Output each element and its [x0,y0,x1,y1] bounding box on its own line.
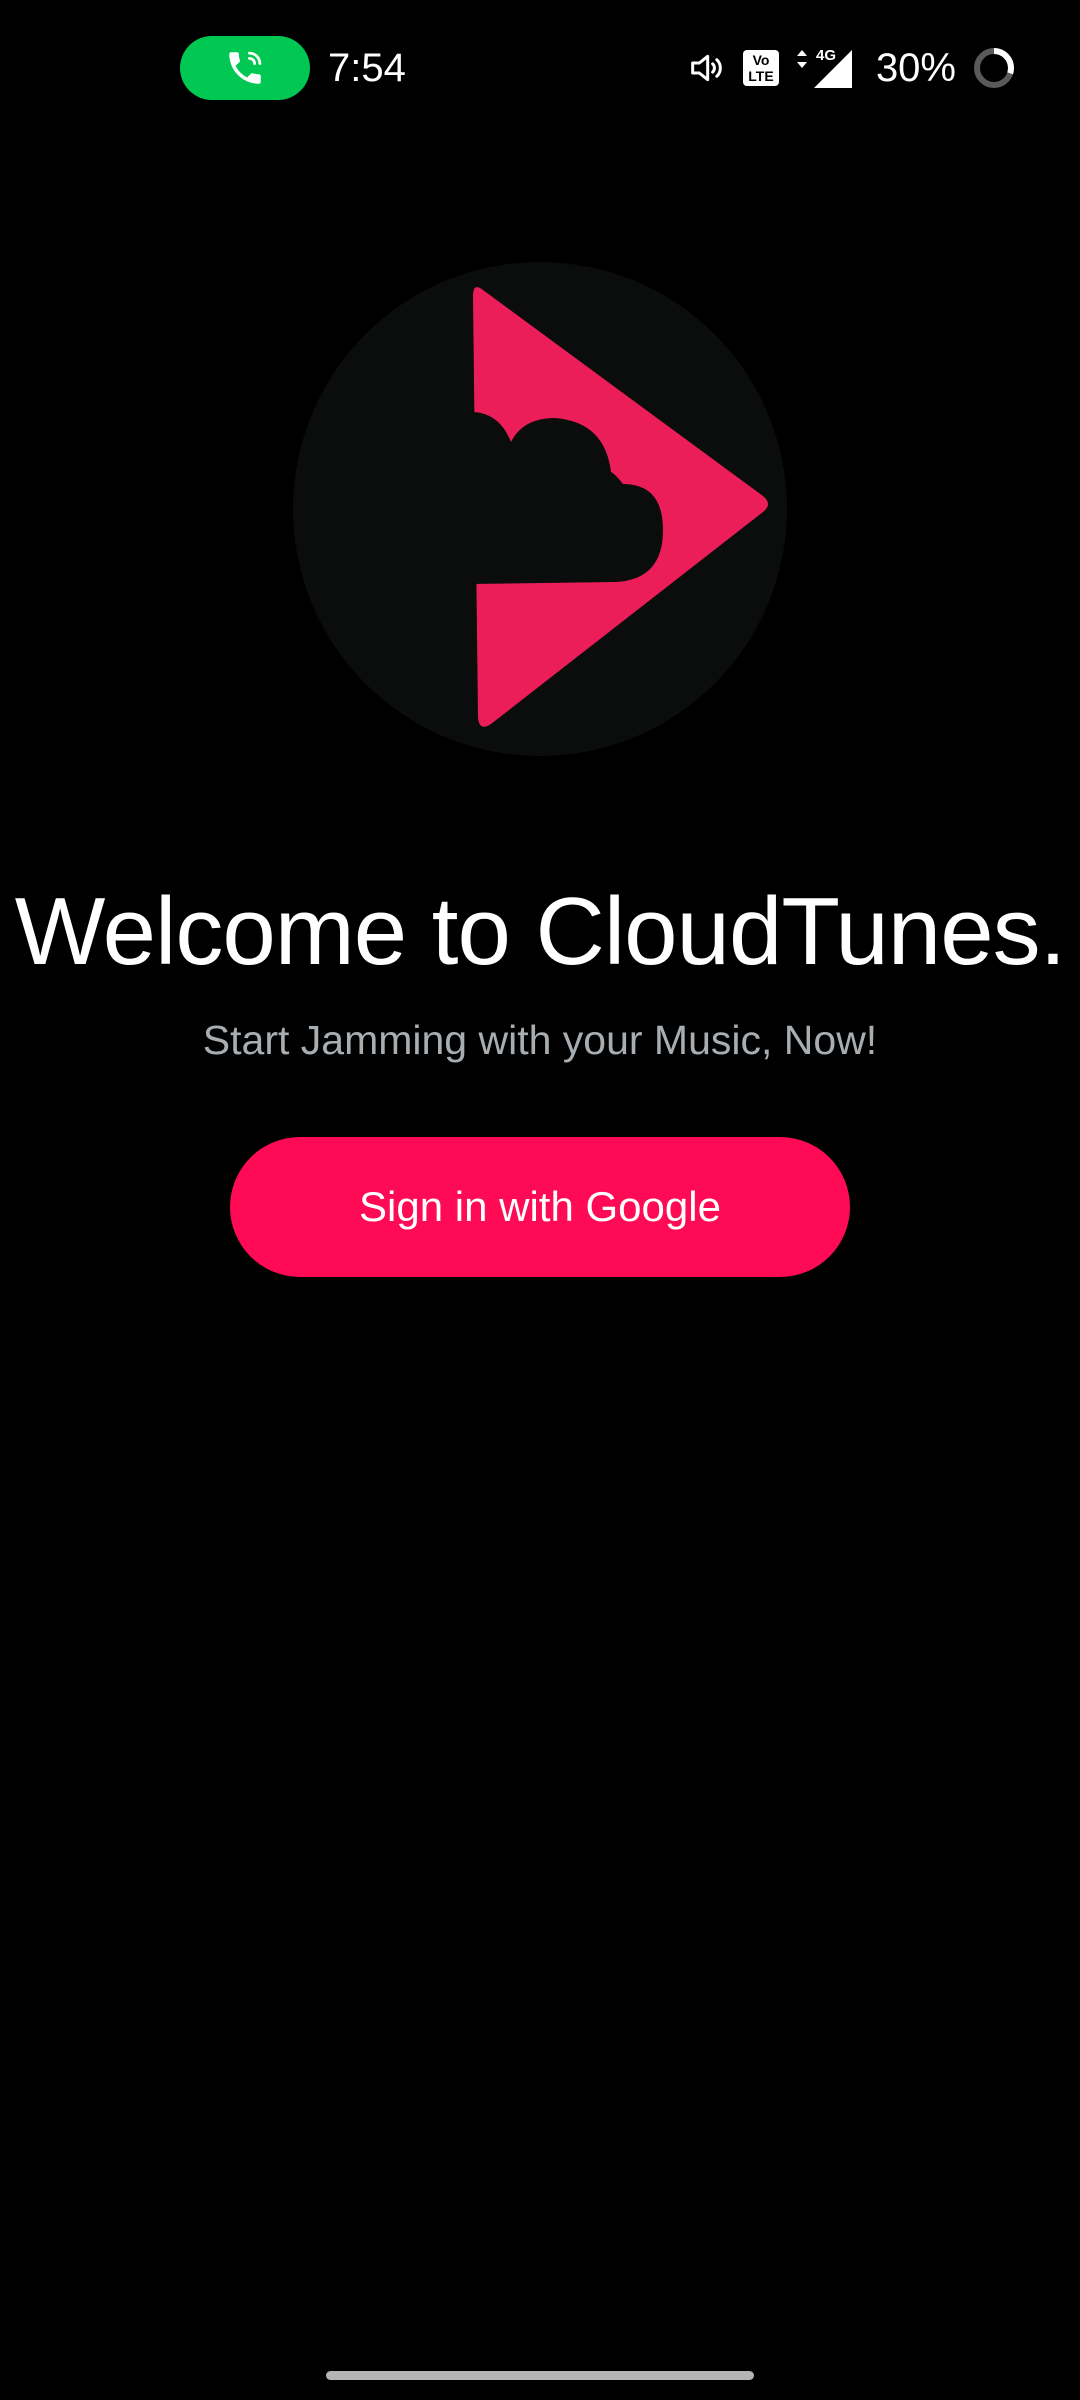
ongoing-call-pill[interactable] [180,36,310,100]
volte-line1: Vo [753,52,770,68]
welcome-subtitle: Start Jamming with your Music, Now! [202,1017,878,1063]
volte-icon: Vo LTE [742,48,780,88]
phone-call-icon [229,51,262,84]
battery-percent: 30% [875,45,956,90]
volte-line2: LTE [748,68,773,84]
google-sign-in-button[interactable]: Sign in with Google [230,1137,850,1277]
play-cloud-logo-icon [293,262,787,756]
gesture-home-bar[interactable] [326,2371,754,2380]
speaker-icon [686,48,726,88]
status-icons: Vo LTE 4G 30% [670,36,1016,100]
welcome-title: Welcome to CloudTunes. [14,878,1067,985]
cloudtunes-logo [293,262,787,756]
status-bar: 7:54 Vo LTE 4G 30% [0,0,1080,140]
status-time: 7:54 [328,46,406,90]
battery-ring-icon [972,46,1016,90]
network-type-badge: 4G [816,47,836,64]
signal-icon: 4G [796,46,854,90]
